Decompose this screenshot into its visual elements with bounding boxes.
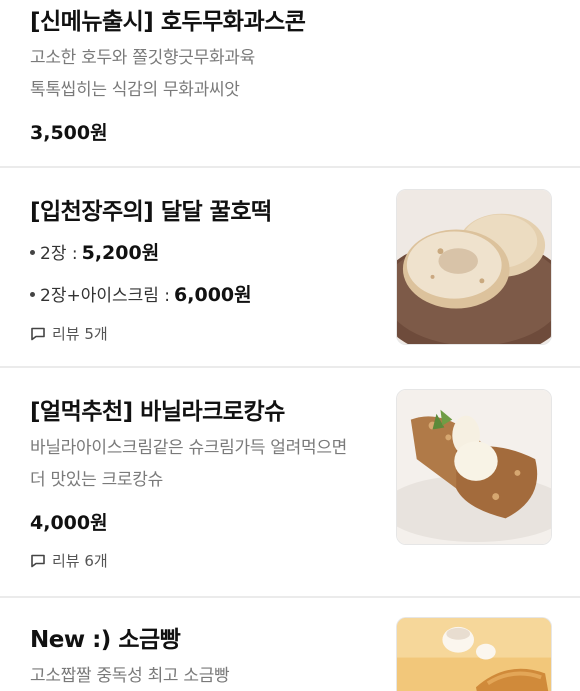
description-line: 바닐라아이스크림같은 슈크림가득 얼려먹으면 [30,438,348,458]
menu-item-title: New :) 소금빵 [30,627,181,653]
review-count[interactable]: 리뷰 5개 [30,323,108,344]
hotteok-photo[interactable] [396,189,552,345]
menu-item-price: 4,000원 [30,512,108,534]
description-line: 고소한 호두와 쫄깃향긋무화과육 [30,48,255,68]
option-price: 5,200원 [81,242,160,264]
bullet-dot [30,292,35,297]
option-label: 2장+아이스크림 : [40,286,171,306]
menu-list: [신메뉴출시] 호두무화과스콘 고소한 호두와 쫄깃향긋무화과육 톡톡씹히는 식… [0,0,580,691]
menu-option: 2장+아이스크림 :6,000원 [30,280,252,307]
review-count[interactable]: 리뷰 6개 [30,550,108,571]
description-line: 더 맛있는 크로캉슈 [30,470,163,490]
menu-item-title: [입천장주의] 달달 꿀호떡 [30,199,272,225]
bullet-dot [30,250,35,255]
menu-item-salt-bread[interactable]: New :) 소금빵 고소짭짤 중독성 최고 소금빵 [0,598,580,691]
description-line: 톡톡씹히는 식감의 무화과씨앗 [30,80,240,100]
menu-item-price: 3,500원 [30,122,108,144]
description-line: 고소짭짤 중독성 최고 소금빵 [30,666,230,686]
review-count-label: 리뷰 6개 [52,552,108,570]
menu-item-title: [얼먹추천] 바닐라크로캉슈 [30,399,285,425]
menu-item-honey-hotteok[interactable]: [입천장주의] 달달 꿀호떡 2장 :5,200원 2장+아이스크림 :6,00… [0,168,580,366]
speech-bubble-icon [30,327,46,341]
menu-item-description: 고소한 호두와 쫄깃향긋무화과육 톡톡씹히는 식감의 무화과씨앗 [30,42,385,106]
menu-option: 2장 :5,200원 [30,238,159,265]
menu-item-walnut-fig-scone[interactable]: [신메뉴출시] 호두무화과스콘 고소한 호두와 쫄깃향긋무화과육 톡톡씹히는 식… [0,0,580,166]
speech-bubble-icon [30,554,46,568]
menu-item-description: 바닐라아이스크림같은 슈크림가득 얼려먹으면 더 맛있는 크로캉슈 [30,432,385,496]
option-price: 6,000원 [174,284,252,306]
menu-item-title: [신메뉴출시] 호두무화과스콘 [30,9,306,35]
crocanshu-photo[interactable] [396,389,552,545]
review-count-label: 리뷰 5개 [52,325,108,343]
option-label: 2장 : [40,244,78,264]
salt-bread-photo[interactable] [396,617,552,691]
menu-item-description: 고소짭짤 중독성 최고 소금빵 [30,660,385,691]
menu-item-vanilla-crocanshu[interactable]: [얼먹추천] 바닐라크로캉슈 바닐라아이스크림같은 슈크림가득 얼려먹으면 더 … [0,368,580,596]
